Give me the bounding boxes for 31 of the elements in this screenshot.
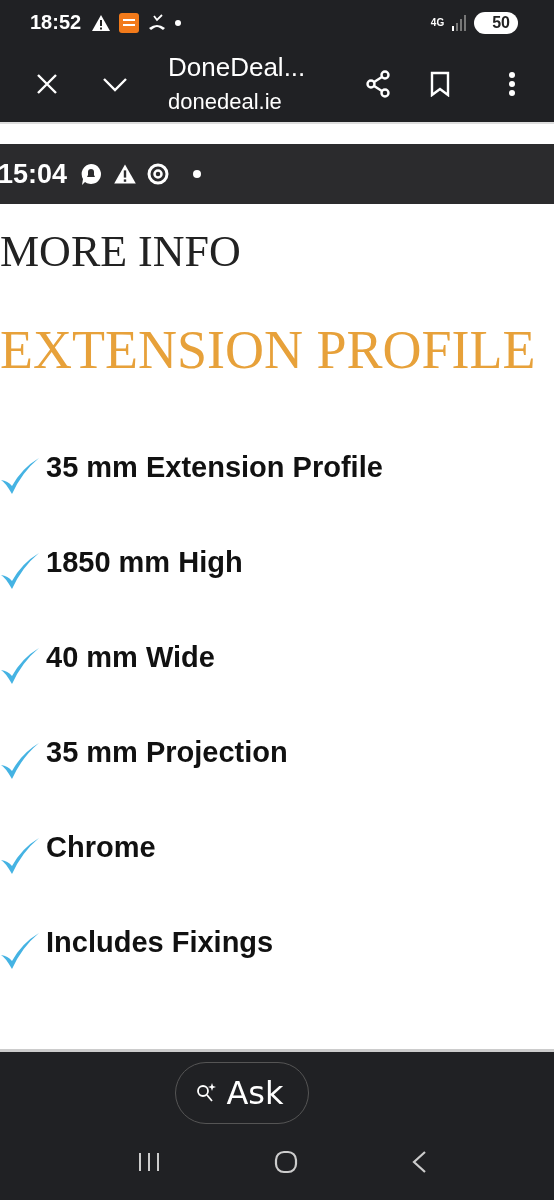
feature-text: 1850 mm High <box>46 546 243 579</box>
app-icon <box>119 12 140 33</box>
warning-icon <box>91 13 112 32</box>
feature-text: 35 mm Extension Profile <box>46 451 383 484</box>
feature-text: 35 mm Projection <box>46 736 288 769</box>
chat-bell-icon <box>79 162 104 186</box>
ask-button[interactable]: Ask <box>175 1062 309 1124</box>
warning-icon <box>113 163 138 185</box>
feature-text: 40 mm Wide <box>46 641 215 674</box>
page-url: donedeal.ie <box>168 89 283 115</box>
back-icon[interactable] <box>411 1150 428 1174</box>
home-icon[interactable] <box>274 1150 298 1174</box>
recent-apps-icon[interactable] <box>136 1152 161 1172</box>
bookmark-icon[interactable] <box>430 70 450 97</box>
signal-icon <box>452 14 467 31</box>
feature-text: Chrome <box>46 831 156 864</box>
page-title: DoneDeal... <box>168 52 307 83</box>
more-icon[interactable] <box>508 70 516 97</box>
product-heading: EXTENSION PROFILE <box>0 319 537 381</box>
status-time: 15:04 <box>0 158 68 190</box>
status-time: 18:52 <box>30 11 82 34</box>
missed-call-icon <box>147 13 168 32</box>
chevron-down-icon[interactable] <box>102 75 128 92</box>
battery-indicator: 50 <box>474 11 518 34</box>
feature-text: Includes Fixings <box>46 926 274 959</box>
close-icon[interactable] <box>36 72 58 95</box>
section-heading: MORE INFO <box>0 226 242 277</box>
dot-icon <box>175 19 182 26</box>
share-icon[interactable] <box>364 69 392 98</box>
network-label: 4G <box>430 17 445 28</box>
dot-icon <box>193 170 202 178</box>
